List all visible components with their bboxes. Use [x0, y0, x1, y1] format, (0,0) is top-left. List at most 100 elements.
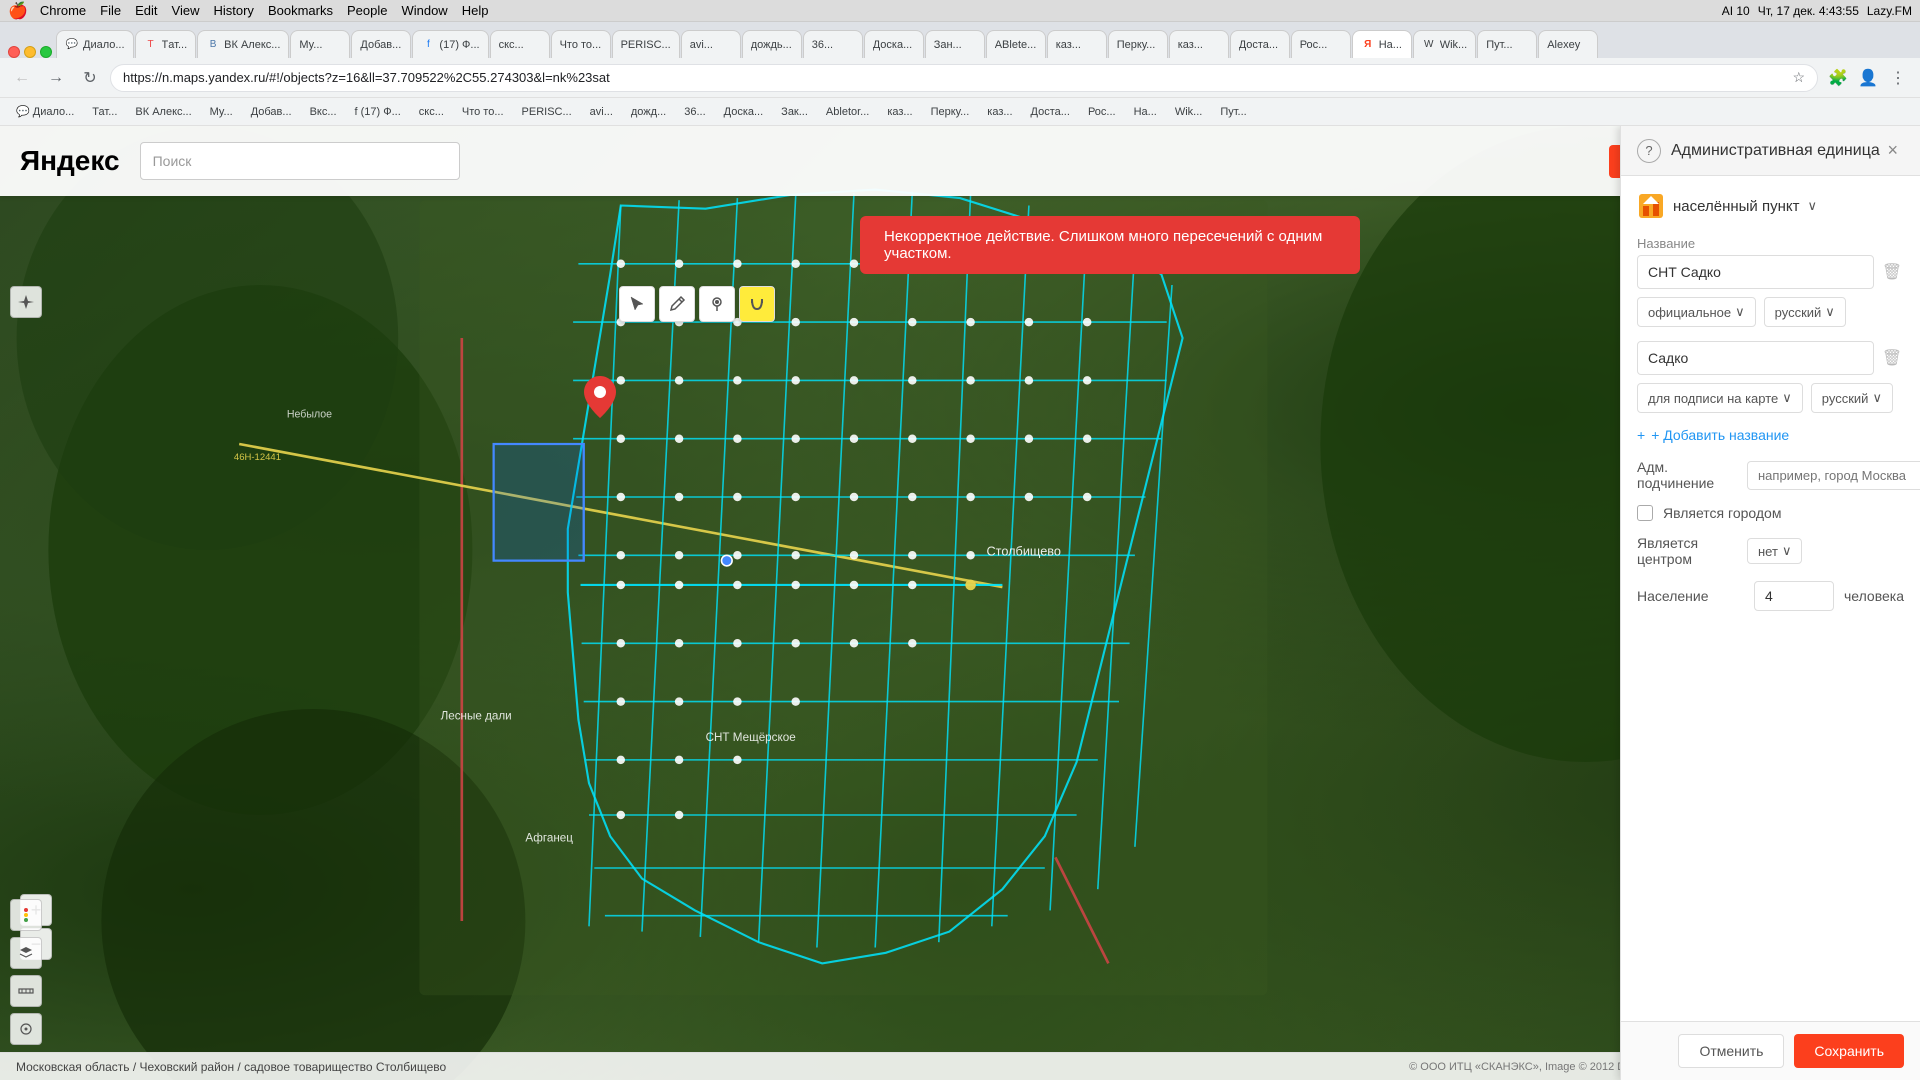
bookmark-sks[interactable]: скс... — [411, 101, 452, 123]
pin-tool-btn[interactable] — [699, 286, 735, 322]
tab-wik[interactable]: W Wik... — [1413, 30, 1477, 58]
bookmark-vk[interactable]: ВК Алекс... — [127, 101, 199, 123]
bookmark-perku[interactable]: Перку... — [923, 101, 978, 123]
bookmark-rain[interactable]: дожд... — [623, 101, 674, 123]
tab-tat[interactable]: Т Tат... — [135, 30, 197, 58]
name-delete-btn[interactable]: 🗑 — [1880, 260, 1904, 284]
bookmark-able[interactable]: Abletor... — [818, 101, 877, 123]
bookmark-avi[interactable]: avi... — [582, 101, 621, 123]
bookmark-my[interactable]: Мy... — [202, 101, 241, 123]
tab-na[interactable]: Я На... — [1352, 30, 1412, 58]
menu-btn[interactable]: ⋮ — [1884, 64, 1912, 92]
tab-fb[interactable]: f (17) Ф... — [412, 30, 488, 58]
star-icon[interactable]: ☆ — [1792, 69, 1805, 86]
navigate-btn[interactable] — [10, 286, 42, 318]
menu-history[interactable]: History — [213, 3, 253, 18]
population-input[interactable] — [1754, 581, 1834, 611]
tab-kaz1[interactable]: каз... — [1047, 30, 1107, 58]
bookmark-add[interactable]: Добав... — [243, 101, 300, 123]
is-city-checkbox[interactable] — [1637, 505, 1653, 521]
menu-view[interactable]: View — [172, 3, 200, 18]
tab-kaz2[interactable]: каз... — [1169, 30, 1229, 58]
admin-input[interactable] — [1747, 461, 1920, 490]
name2-lang-select[interactable]: русский ∨ — [1811, 383, 1893, 413]
bookmark-kaz[interactable]: каз... — [879, 101, 920, 123]
edit-tool-btn[interactable] — [659, 286, 695, 322]
address-bar[interactable]: https://n.maps.yandex.ru/#!/objects?z=16… — [110, 64, 1818, 92]
bookmark-fb[interactable]: Вкс... — [302, 101, 345, 123]
yandex-search-box[interactable]: Поиск — [140, 142, 460, 180]
extensions-btn[interactable]: 🧩 — [1824, 64, 1852, 92]
bookmark-perisc[interactable]: PERISC... — [514, 101, 580, 123]
tab-sks[interactable]: скс... — [490, 30, 550, 58]
panel-close-btn[interactable]: × — [1881, 138, 1904, 163]
menu-edit[interactable]: Edit — [135, 3, 157, 18]
name-type-select[interactable]: официальное ∨ — [1637, 297, 1756, 327]
tab-avi[interactable]: avi... — [681, 30, 741, 58]
layers-btn[interactable] — [10, 937, 42, 969]
tab-my[interactable]: Мy... — [290, 30, 350, 58]
nav-forward[interactable]: → — [42, 64, 70, 92]
bookmark-tat[interactable]: Тат... — [84, 101, 125, 123]
bookmark-put[interactable]: Пут... — [1212, 101, 1254, 123]
tab-perisc[interactable]: PERISC... — [612, 30, 680, 58]
name2-type-select[interactable]: для подписи на карте ∨ — [1637, 383, 1803, 413]
traffic-light-red[interactable] — [8, 46, 20, 58]
bookmark-zan[interactable]: Зак... — [773, 101, 816, 123]
tab-rain[interactable]: дождь... — [742, 30, 802, 58]
tab-zan[interactable]: Зан... — [925, 30, 985, 58]
name-input[interactable]: СНТ Садко — [1637, 255, 1874, 289]
traffic-light-yellow[interactable] — [24, 46, 36, 58]
magnet-tool-btn[interactable] — [739, 286, 775, 322]
measure-btn[interactable] — [10, 1013, 42, 1045]
tab-dialо[interactable]: 💬 Диало... — [56, 30, 134, 58]
bookmark-36[interactable]: 36... — [676, 101, 713, 123]
name-lang-select[interactable]: русский ∨ — [1764, 297, 1846, 327]
traffic-light-green[interactable] — [40, 46, 52, 58]
is-center-select[interactable]: нет ∨ — [1747, 538, 1802, 564]
traffic-btn[interactable] — [10, 899, 42, 931]
tab-vk[interactable]: В ВК Алекс... — [197, 30, 289, 58]
menu-file[interactable]: File — [100, 3, 121, 18]
tab-36[interactable]: 36... — [803, 30, 863, 58]
name2-input[interactable]: Садко — [1637, 341, 1874, 375]
tab-dosta[interactable]: Доста... — [1230, 30, 1290, 58]
tab-doska[interactable]: Доска... — [864, 30, 924, 58]
bookmark-kaz2[interactable]: каз... — [979, 101, 1020, 123]
cursor-tool-btn[interactable] — [619, 286, 655, 322]
tab-chto[interactable]: Что то... — [551, 30, 611, 58]
map-area[interactable]: Столбищево Лесные дали СНТ Мещёрское Афг… — [0, 126, 1920, 1080]
menu-chrome[interactable]: Chrome — [40, 3, 86, 18]
menu-people[interactable]: People — [347, 3, 387, 18]
tab-perku[interactable]: Перку... — [1108, 30, 1168, 58]
add-name-btn[interactable]: + + Добавить название — [1637, 427, 1904, 443]
address-bar-container: ← → ↻ https://n.maps.yandex.ru/#!/object… — [0, 58, 1920, 98]
apple-menu[interactable]: 🍎 — [8, 1, 28, 21]
menu-bookmarks[interactable]: Bookmarks — [268, 3, 333, 18]
bookmark-ros[interactable]: Рос... — [1080, 101, 1124, 123]
nav-reload[interactable]: ↻ — [76, 64, 104, 92]
tab-alexey[interactable]: Alexey — [1538, 30, 1598, 58]
bookmark-fb2[interactable]: f (17) Ф... — [347, 101, 409, 123]
tab-able[interactable]: ABlete... — [986, 30, 1046, 58]
tab-put[interactable]: Пут... — [1477, 30, 1537, 58]
bookmark-doska[interactable]: Доска... — [716, 101, 772, 123]
cancel-button[interactable]: Отменить — [1678, 1034, 1784, 1068]
profile-btn[interactable]: 👤 — [1854, 64, 1882, 92]
tab-title-kaz2: каз... — [1178, 39, 1220, 51]
entity-type-dropdown[interactable]: ∨ — [1807, 198, 1817, 214]
menu-window[interactable]: Window — [401, 3, 447, 18]
nav-back[interactable]: ← — [8, 64, 36, 92]
menu-help[interactable]: Help — [462, 3, 489, 18]
bookmark-dosta[interactable]: Доста... — [1023, 101, 1078, 123]
bookmark-na[interactable]: На... — [1126, 101, 1165, 123]
tab-add[interactable]: Добав... — [351, 30, 411, 58]
bookmark-wik[interactable]: Wik... — [1167, 101, 1211, 123]
save-button[interactable]: Сохранить — [1794, 1034, 1904, 1068]
bookmark-dialо[interactable]: 💬 Диало... — [8, 101, 82, 123]
panel-help-btn[interactable]: ? — [1637, 139, 1661, 163]
bookmark-chto[interactable]: Что то... — [454, 101, 512, 123]
tab-ros[interactable]: Рос... — [1291, 30, 1351, 58]
name2-delete-btn[interactable]: 🗑 — [1880, 346, 1904, 370]
ruler-btn[interactable] — [10, 975, 42, 1007]
